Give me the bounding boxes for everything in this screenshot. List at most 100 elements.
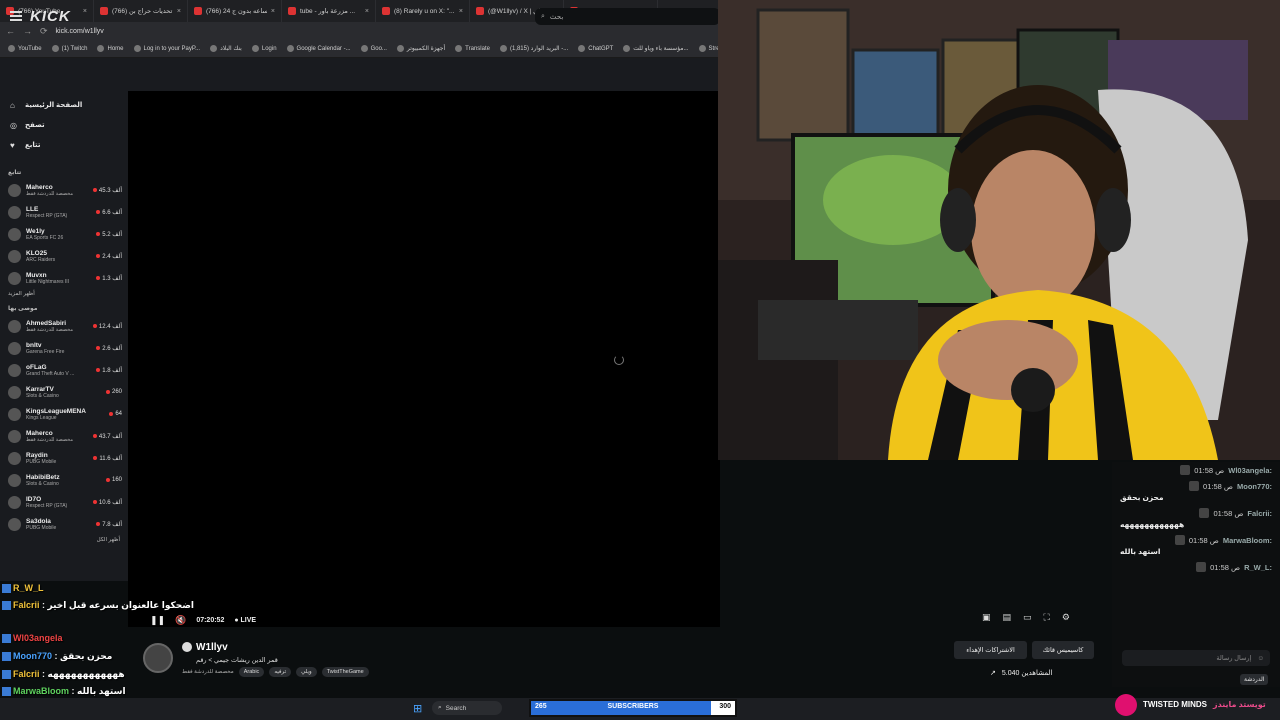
windows-start-icon[interactable]: ⊞ bbox=[413, 702, 422, 715]
tab-close-icon[interactable]: × bbox=[83, 8, 87, 15]
channel-item[interactable]: KarrarTV Slots & Casino 260 bbox=[0, 381, 128, 403]
share-icon[interactable]: ↗ bbox=[990, 669, 996, 677]
sidebar-nav-item[interactable]: ♥ تتابع bbox=[0, 135, 128, 155]
channel-category: PUBG Mobile bbox=[26, 458, 57, 465]
chat-username[interactable]: Wl03angela: bbox=[1228, 466, 1272, 475]
channel-viewers: 260 bbox=[105, 389, 122, 395]
channel-item[interactable]: LLE Respect RP (GTA) 6.6 ألف bbox=[0, 201, 128, 223]
back-icon[interactable]: ← bbox=[6, 26, 15, 36]
sidebar-nav-item[interactable]: ⌂ الصفحة الرئيسية bbox=[0, 95, 128, 115]
channel-item[interactable]: Raydin PUBG Mobile 11.6 ألف bbox=[0, 447, 128, 469]
chat-time: 01:58 ص bbox=[1188, 535, 1219, 545]
bookmark-item[interactable]: أجهزة الكمبيوتر bbox=[396, 45, 445, 52]
channel-item[interactable]: KLO25 ARC Raiders 2.4 ألف bbox=[0, 245, 128, 267]
chat-button[interactable]: الدردشة bbox=[1240, 674, 1269, 685]
stream-tag[interactable]: Arabic bbox=[238, 667, 265, 677]
bookmark-item[interactable]: مؤسسة باء وياو للت... bbox=[623, 45, 689, 52]
webcam-illustration bbox=[718, 0, 1280, 460]
streamer-avatar[interactable] bbox=[143, 643, 173, 673]
mute-icon[interactable]: 🔇 bbox=[175, 615, 186, 626]
channel-item[interactable]: We1ly EA Sports FC 26 5.2 ألف bbox=[0, 223, 128, 245]
kick-logo[interactable]: KICK bbox=[30, 8, 71, 25]
emoji-icon[interactable]: ☺ bbox=[1257, 655, 1264, 662]
overlay-username: Falcrii bbox=[13, 600, 40, 610]
bookmark-label: ChatGPT bbox=[588, 45, 614, 52]
browser-tab[interactable]: (8) Rarely u on X: "... × bbox=[376, 0, 470, 22]
theater-icon[interactable]: ▭ bbox=[1023, 612, 1032, 626]
channel-name: Sa3dola bbox=[26, 517, 51, 525]
url-text[interactable]: kick.com/w1llyv bbox=[56, 28, 104, 35]
pip-icon[interactable]: ▣ bbox=[982, 612, 991, 626]
channel-item[interactable]: Maherco مخصصة للدردشة فقط 43.7 ألف bbox=[0, 425, 128, 447]
channel-item[interactable]: HabibiBetz Slots & Casino 160 bbox=[0, 469, 128, 491]
menu-icon[interactable] bbox=[10, 11, 22, 21]
sidebar-nav-item[interactable]: ◎ تصفح bbox=[0, 115, 128, 135]
channel-item[interactable]: Muvxn Little Nightmares III 1.3 ألف bbox=[0, 267, 128, 289]
channel-item[interactable]: Sa3dola PUBG Mobile 7.8 ألف bbox=[0, 513, 128, 535]
taskbar-search[interactable]: ⌕ Search bbox=[432, 701, 502, 715]
pause-icon[interactable]: ❚❚ bbox=[150, 615, 165, 626]
channel-name: ID7O bbox=[26, 495, 42, 503]
bookmark-item[interactable]: Goo... bbox=[360, 45, 387, 52]
fullscreen-icon[interactable]: ⛶ bbox=[1044, 612, 1050, 626]
tab-close-icon[interactable]: × bbox=[365, 8, 369, 15]
live-dot-icon bbox=[92, 434, 97, 438]
channel-item[interactable]: AhmedSabiri مخصصة للدردشة فقط 12.4 ألف bbox=[0, 315, 128, 337]
forward-icon[interactable]: → bbox=[23, 26, 32, 36]
bookmark-item[interactable]: Translate bbox=[455, 45, 490, 52]
settings-icon[interactable]: ⚙ bbox=[1062, 612, 1070, 626]
chat-username[interactable]: MarwaBloom: bbox=[1223, 536, 1272, 545]
stream-category[interactable]: مخصصة للدردشة فقط bbox=[182, 669, 234, 675]
chat-meta: 01:58 ص Falcrii: bbox=[1120, 508, 1272, 518]
bookmark-item[interactable]: Google Calendar -... bbox=[286, 45, 351, 52]
show-more-link[interactable]: أظهر المزيد bbox=[0, 289, 128, 299]
chat-input[interactable]: إرسال رسالة ☺ bbox=[1122, 650, 1270, 666]
channel-avatar bbox=[8, 385, 21, 399]
channel-viewer-count: 43.7 ألف bbox=[98, 433, 122, 440]
tab-close-icon[interactable]: × bbox=[271, 8, 275, 15]
bookmark-item[interactable]: Home bbox=[97, 45, 124, 52]
stream-tag[interactable]: ترفيه bbox=[269, 667, 292, 677]
channel-avatar bbox=[8, 451, 21, 465]
clip-icon[interactable]: ▤ bbox=[1003, 612, 1012, 626]
channel-avatar bbox=[8, 363, 21, 377]
bookmark-item[interactable]: بنك البلاد bbox=[210, 45, 242, 52]
channel-item[interactable]: Maherco مخصصة للدردشة فقط 45.3 ألف bbox=[0, 179, 128, 201]
gift-subs-button[interactable]: الاشتراكات الإهداء bbox=[954, 641, 1027, 659]
stream-tag[interactable]: TwistTheGame bbox=[321, 667, 369, 677]
channel-item[interactable]: KingsLeagueMENA Kings League 64 bbox=[0, 403, 128, 425]
reload-icon[interactable]: ⟳ bbox=[40, 26, 48, 37]
channel-viewers: 6.6 ألف bbox=[96, 209, 122, 216]
channel-name: KingsLeagueMENA bbox=[26, 407, 86, 415]
bookmark-item[interactable]: (1,815) البريد الوارد -... bbox=[499, 45, 568, 52]
browser-tab[interactable]: (766) 24 ساعه بدون ج... × bbox=[188, 0, 282, 22]
live-dot-icon bbox=[92, 188, 97, 192]
show-all-link[interactable]: أظهر الكل bbox=[0, 535, 128, 545]
channel-item[interactable]: ID7O Respect RP (GTA) 10.6 ألف bbox=[0, 491, 128, 513]
search-icon: ⌕ bbox=[541, 12, 545, 20]
chat-username[interactable]: Falcrii: bbox=[1247, 509, 1272, 518]
streamer-name[interactable]: W1llyv bbox=[196, 642, 228, 653]
bookmark-item[interactable]: Log in to your PayP... bbox=[133, 45, 200, 52]
bookmark-item[interactable]: YouTube bbox=[8, 45, 42, 52]
channel-viewer-count: 2.4 ألف bbox=[102, 253, 122, 260]
browser-tab[interactable]: tube - مزرعة باور ... × bbox=[282, 0, 376, 22]
channel-item[interactable]: bnltv Garena Free Fire 2.6 ألف bbox=[0, 337, 128, 359]
chat-username[interactable]: Moon770: bbox=[1237, 482, 1272, 491]
bookmark-item[interactable]: ChatGPT bbox=[578, 45, 613, 52]
video-player[interactable] bbox=[128, 91, 720, 627]
stream-tag[interactable]: ويلي bbox=[296, 667, 317, 677]
tab-close-icon[interactable]: × bbox=[459, 8, 463, 15]
bookmark-item[interactable]: (1) Twitch bbox=[51, 45, 87, 52]
browser-tab[interactable]: (766) تحديات حراج بن ... × bbox=[94, 0, 188, 22]
bookmark-label: Login bbox=[261, 45, 277, 52]
bookmark-item[interactable]: Stre... bbox=[698, 45, 720, 52]
chat-username[interactable]: R_W_L: bbox=[1244, 563, 1272, 572]
channel-item[interactable]: oFLaG Grand Theft Auto V ... 1.8 ألف bbox=[0, 359, 128, 381]
subscribe-button[interactable]: كاسيميس قائك bbox=[1032, 641, 1094, 659]
bookmark-item[interactable]: Login bbox=[251, 45, 277, 52]
tab-close-icon[interactable]: × bbox=[177, 8, 181, 15]
search-input[interactable]: ⌕ بحث bbox=[535, 8, 720, 25]
bookmark-icon bbox=[623, 45, 631, 52]
live-dot-icon bbox=[96, 254, 101, 258]
